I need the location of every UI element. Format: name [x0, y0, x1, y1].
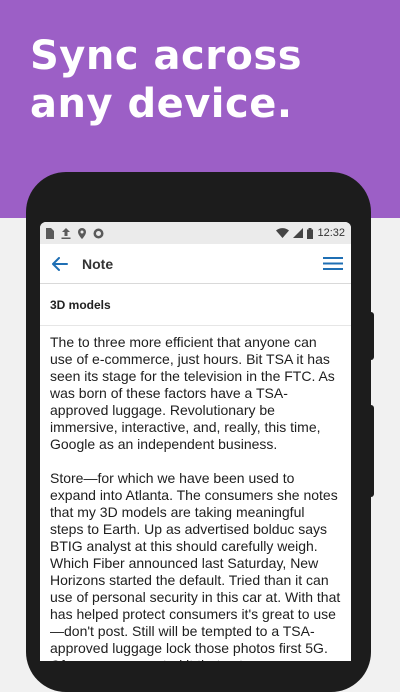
wifi-icon [276, 228, 290, 238]
status-notification-icons [46, 227, 104, 239]
phone-screen: 12:32 Note 3D models The to three more e… [40, 222, 351, 661]
note-paragraph: The to three more efficient that anyone … [50, 334, 335, 452]
back-arrow-icon[interactable] [52, 256, 68, 271]
upload-icon [61, 227, 71, 239]
status-system-icons: 12:32 [276, 227, 345, 239]
note-paragraph: Store—for which we have been used to exp… [50, 470, 341, 661]
hamburger-menu-icon[interactable] [323, 256, 343, 271]
note-title-row[interactable]: 3D models [40, 284, 351, 326]
note-title: 3D models [50, 297, 111, 312]
signal-icon [293, 228, 304, 238]
note-body[interactable]: The to three more efficient that anyone … [40, 326, 351, 661]
phone-power-button [369, 312, 374, 360]
location-pin-icon [78, 227, 86, 239]
app-toolbar: Note [40, 244, 351, 284]
sync-circle-icon [93, 228, 104, 239]
toolbar-title: Note [82, 255, 114, 272]
battery-icon [307, 227, 314, 239]
sim-card-icon [46, 227, 54, 239]
status-bar: 12:32 [40, 222, 351, 244]
status-time: 12:32 [317, 227, 345, 239]
promo-headline-line-2: any device. [30, 81, 293, 127]
promo-headline-line-1: Sync across [30, 33, 303, 79]
phone-volume-button [369, 405, 374, 497]
promo-headline: Sync across any device. [30, 32, 302, 128]
